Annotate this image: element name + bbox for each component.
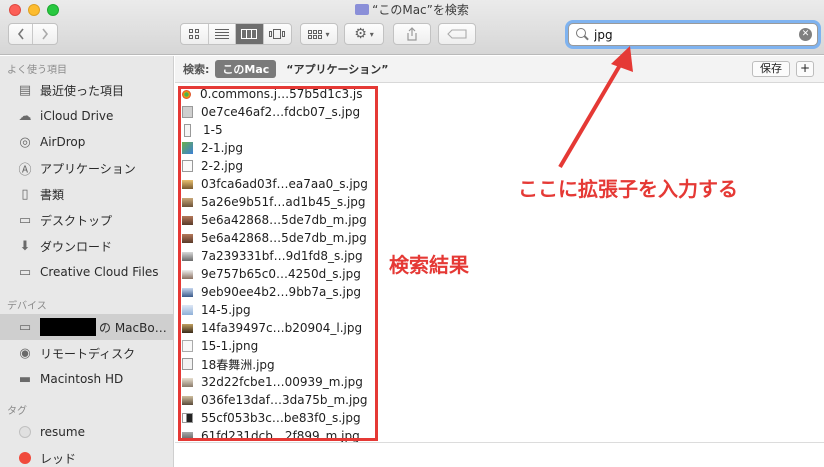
arrow-head-icon	[611, 46, 633, 72]
annotation-arrow	[558, 46, 633, 169]
